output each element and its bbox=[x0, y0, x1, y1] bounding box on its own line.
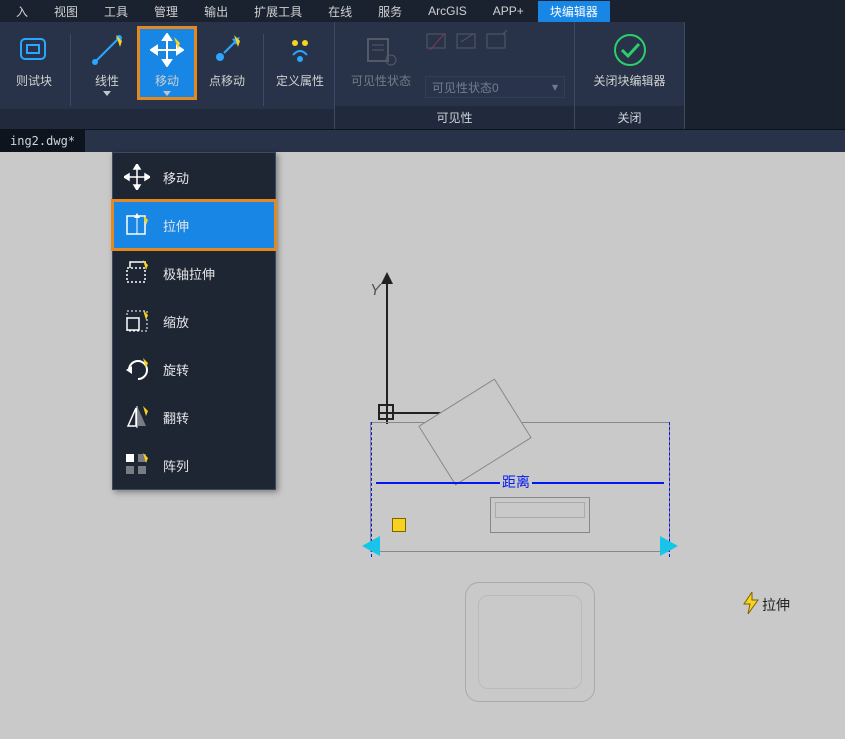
cursor-tooltip: 拉伸 bbox=[742, 592, 790, 617]
visibility-state-value: 可见性状态0 bbox=[432, 79, 499, 96]
dim-arrow-left-icon[interactable] bbox=[362, 536, 380, 556]
doc-tab[interactable]: ing2.dwg* bbox=[0, 130, 85, 152]
menubar: 入 视图 工具 管理 输出 扩展工具 在线 服务 ArcGIS APP+ 块编辑… bbox=[0, 0, 845, 22]
menu-view[interactable]: 视图 bbox=[42, 1, 90, 22]
distance-label: 距离 bbox=[500, 472, 532, 492]
y-axis-label: Y bbox=[370, 282, 381, 300]
chevron-down-icon bbox=[163, 91, 171, 96]
define-attr-icon bbox=[280, 30, 320, 70]
point-move-button[interactable]: 点移动 bbox=[199, 28, 255, 91]
move-icon bbox=[123, 163, 151, 191]
linear-label: 线性 bbox=[95, 72, 119, 89]
separator bbox=[70, 34, 71, 106]
ribbon: 则试块 线性 移动 点移动 bbox=[0, 22, 845, 130]
cursor-tooltip-text: 拉伸 bbox=[762, 595, 790, 615]
keyboard-outline bbox=[490, 497, 590, 533]
visibility-icon-row bbox=[425, 30, 565, 54]
define-attr-label: 定义属性 bbox=[276, 72, 324, 89]
chevron-down-icon: ▾ bbox=[552, 80, 558, 94]
move-button[interactable]: 移动 bbox=[139, 28, 195, 98]
ribbon-group-visibility-label: 可见性 bbox=[335, 106, 574, 129]
move-label: 移动 bbox=[155, 72, 179, 89]
ribbon-group-actions: 则试块 线性 移动 点移动 bbox=[0, 22, 335, 129]
parameter-marker-icon[interactable] bbox=[392, 518, 406, 532]
menu-appplus[interactable]: APP+ bbox=[481, 2, 536, 20]
linear-button[interactable]: 线性 bbox=[79, 28, 135, 98]
menu-tools[interactable]: 工具 bbox=[92, 1, 140, 22]
close-block-editor-label: 关闭块编辑器 bbox=[593, 72, 665, 89]
y-axis bbox=[386, 282, 388, 412]
array-icon bbox=[123, 451, 151, 479]
test-block-icon bbox=[14, 30, 54, 70]
chair-outline bbox=[465, 582, 595, 702]
dropdown-item-label: 旋转 bbox=[163, 360, 189, 379]
vis-hide-icon bbox=[485, 30, 509, 54]
visibility-state-label: 可见性状态 bbox=[351, 72, 411, 89]
separator bbox=[263, 34, 264, 106]
rotate-icon bbox=[123, 355, 151, 383]
dropdown-item-label: 缩放 bbox=[163, 312, 189, 331]
dropdown-item-label: 拉伸 bbox=[163, 216, 189, 235]
dropdown-item-array[interactable]: 阵列 bbox=[113, 441, 275, 489]
stretch-icon bbox=[123, 211, 151, 239]
vis-toggle-icon bbox=[425, 30, 449, 54]
move-icon bbox=[147, 30, 187, 70]
ribbon-group-close-label: 关闭 bbox=[575, 106, 684, 129]
test-block-label: 则试块 bbox=[16, 72, 52, 89]
menu-manage[interactable]: 管理 bbox=[142, 1, 190, 22]
bolt-icon bbox=[742, 592, 760, 617]
dropdown-item-polar-stretch[interactable]: 极轴拉伸 bbox=[113, 249, 275, 297]
close-check-icon bbox=[610, 30, 650, 70]
menu-service[interactable]: 服务 bbox=[366, 1, 414, 22]
dropdown-item-flip[interactable]: 翻转 bbox=[113, 393, 275, 441]
ucs-origin-icon bbox=[378, 404, 394, 420]
polar-stretch-icon bbox=[123, 259, 151, 287]
drawing-content: Y X 距离 bbox=[370, 282, 710, 712]
chevron-down-icon bbox=[103, 91, 111, 96]
dropdown-item-move[interactable]: 移动 bbox=[113, 153, 275, 201]
move-dropdown: 移动 拉伸 极轴拉伸 缩放 旋转 bbox=[112, 152, 276, 490]
ribbon-group-label-empty bbox=[0, 109, 334, 129]
flip-icon bbox=[123, 403, 151, 431]
menu-insert[interactable]: 入 bbox=[4, 1, 40, 22]
menu-arcgis[interactable]: ArcGIS bbox=[416, 2, 479, 20]
menu-block-editor[interactable]: 块编辑器 bbox=[538, 1, 610, 22]
dropdown-item-label: 翻转 bbox=[163, 408, 189, 427]
dropdown-item-label: 移动 bbox=[163, 168, 189, 187]
dropdown-item-scale[interactable]: 缩放 bbox=[113, 297, 275, 345]
visibility-state-combo: 可见性状态0 ▾ bbox=[425, 76, 565, 98]
scale-icon bbox=[123, 307, 151, 335]
dropdown-item-label: 极轴拉伸 bbox=[163, 264, 215, 283]
dropdown-item-rotate[interactable]: 旋转 bbox=[113, 345, 275, 393]
vis-show-icon bbox=[455, 30, 479, 54]
close-block-editor-button[interactable]: 关闭块编辑器 bbox=[582, 28, 678, 91]
linear-icon bbox=[87, 30, 127, 70]
dropdown-item-stretch[interactable]: 拉伸 bbox=[113, 201, 275, 249]
drawing-canvas[interactable]: 移动 拉伸 极轴拉伸 缩放 旋转 bbox=[0, 152, 845, 739]
visibility-state-icon bbox=[361, 30, 401, 70]
define-attr-button[interactable]: 定义属性 bbox=[272, 28, 328, 91]
ribbon-group-visibility: 可见性状态 可见性状态0 ▾ 可见性 bbox=[335, 22, 575, 129]
ribbon-group-close: 关闭块编辑器 关闭 bbox=[575, 22, 685, 129]
menu-extend[interactable]: 扩展工具 bbox=[242, 1, 314, 22]
ribbon-filler bbox=[685, 22, 845, 129]
point-move-label: 点移动 bbox=[209, 72, 245, 89]
point-move-icon bbox=[207, 30, 247, 70]
test-block-button[interactable]: 则试块 bbox=[6, 28, 62, 91]
visibility-state-button: 可见性状态 bbox=[341, 28, 421, 91]
menu-output[interactable]: 输出 bbox=[192, 1, 240, 22]
dim-arrow-right-icon[interactable] bbox=[660, 536, 678, 556]
dropdown-item-label: 阵列 bbox=[163, 456, 189, 475]
menu-online[interactable]: 在线 bbox=[316, 1, 364, 22]
doc-tab-strip: ing2.dwg* bbox=[0, 130, 845, 152]
